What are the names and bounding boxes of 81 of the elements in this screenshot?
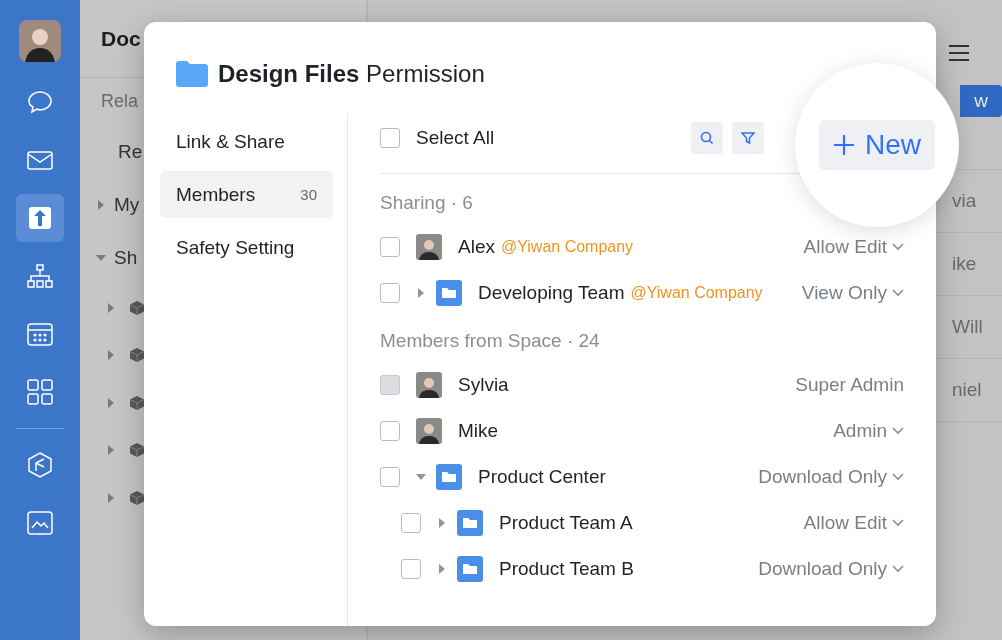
search-button[interactable]: [691, 121, 723, 154]
member-name: Sylvia: [458, 374, 509, 396]
chevron-down-icon: [892, 243, 904, 251]
tree-item[interactable]: My: [114, 193, 140, 216]
checkbox[interactable]: [380, 467, 400, 487]
select-all-label[interactable]: Select All: [416, 126, 682, 149]
nav-tab[interactable]: Link & Share: [160, 118, 333, 165]
search-icon: [699, 129, 715, 146]
cube-icon: [130, 300, 144, 315]
caret-right-icon[interactable]: [106, 445, 116, 456]
avatar[interactable]: [19, 20, 61, 62]
caret-right-icon[interactable]: [106, 492, 116, 503]
tree-item[interactable]: Sh: [114, 246, 138, 269]
new-button[interactable]: w: [960, 85, 1002, 117]
member-name: Alex: [458, 236, 495, 258]
checkbox[interactable]: [380, 127, 400, 148]
avatar: [416, 418, 442, 444]
chevron-down-icon: [892, 289, 904, 297]
section-heading: Sharing · 6: [380, 192, 474, 214]
checkbox[interactable]: [380, 283, 400, 303]
filter-icon: [740, 129, 756, 146]
folder-icon: [457, 556, 483, 582]
member-name: Developing Team: [478, 282, 625, 304]
cube-icon: [130, 348, 144, 363]
member-name: Mike: [458, 420, 499, 442]
member-name: Product Center: [478, 466, 606, 488]
permission-dropdown[interactable]: Download Only: [758, 558, 904, 580]
checkbox[interactable]: [401, 559, 421, 579]
nav-tab[interactable]: Safety Setting: [160, 224, 333, 271]
checkbox[interactable]: [380, 237, 400, 257]
section-label: Rela: [100, 90, 140, 113]
filter-button[interactable]: [732, 121, 764, 154]
member-name: niel: [952, 379, 982, 401]
folder-icon: [176, 61, 208, 87]
folder-icon: [436, 280, 462, 306]
chevron-down-icon: [892, 565, 904, 573]
caret-right-icon[interactable]: [106, 302, 116, 313]
dialog-title: Design Files Permission: [218, 60, 485, 88]
tree-item[interactable]: Re: [118, 140, 143, 163]
member-name: ike: [952, 253, 977, 275]
member-name: Product Team A: [499, 512, 633, 534]
permission-dropdown[interactable]: Allow Edit: [803, 512, 904, 534]
caret-right-icon[interactable]: [106, 397, 116, 408]
chevron-down-icon: [892, 519, 904, 527]
role-label: Super Admin: [795, 374, 904, 396]
cube-icon: [130, 395, 144, 410]
section-heading: Members from Space · 24: [380, 330, 601, 352]
avatar: [416, 234, 442, 260]
caret-right-icon[interactable]: [96, 199, 106, 210]
cube-icon: [130, 443, 144, 458]
caret-down-icon[interactable]: [96, 252, 106, 263]
checkbox[interactable]: [380, 421, 400, 441]
nav-tab[interactable]: Members 30: [160, 171, 333, 218]
checkbox[interactable]: [401, 513, 421, 533]
caret-down-icon[interactable]: [416, 472, 426, 482]
permission-dropdown[interactable]: Allow Edit: [803, 236, 904, 258]
nav-label: Members: [176, 183, 256, 206]
member-count: 30: [300, 186, 317, 203]
chevron-down-icon: [892, 473, 904, 481]
caret-right-icon[interactable]: [106, 350, 116, 361]
chevron-down-icon: [892, 427, 904, 435]
permission-dropdown[interactable]: View Only: [801, 282, 904, 304]
cube-icon: [130, 490, 144, 505]
member-name: Product Team B: [499, 558, 634, 580]
caret-right-icon[interactable]: [437, 518, 447, 528]
organization-label: @Yiwan Company: [630, 284, 763, 302]
member-name: via: [952, 190, 977, 212]
new-button[interactable]: New: [819, 120, 935, 170]
permission-dropdown[interactable]: Download Only: [758, 466, 904, 488]
caret-right-icon[interactable]: [416, 288, 426, 298]
folder-icon: [436, 464, 462, 490]
permission-dropdown[interactable]: Admin: [833, 420, 904, 442]
plus-icon: [833, 134, 855, 156]
page-title: Doc: [101, 26, 141, 51]
avatar: [416, 372, 442, 398]
menu-icon[interactable]: [949, 45, 969, 61]
folder-icon: [457, 510, 483, 536]
caret-right-icon[interactable]: [437, 564, 447, 574]
document-icon[interactable]: [16, 194, 64, 242]
member-name: Will: [952, 316, 983, 338]
organization-label: @Yiwan Company: [500, 238, 634, 256]
